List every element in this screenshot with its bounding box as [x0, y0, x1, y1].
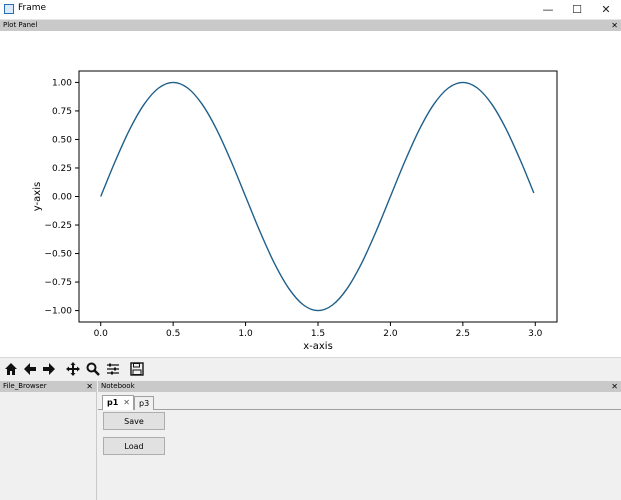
notebook-close-icon[interactable]: ✕: [611, 381, 618, 392]
file-browser-title: File_Browser: [3, 382, 47, 390]
x-axis-label: x-axis: [303, 341, 333, 352]
plot-panel-title: Plot Panel: [3, 21, 38, 29]
x-tick-label: 1.0: [238, 329, 253, 339]
plot-panel-caption: Plot Panel ✕: [0, 20, 621, 31]
line-chart: 0.0 0.5 1.0 1.5 2.0 2.5 3.0 1.00 0.75 0.50 0.25 0.0…: [32, 70, 558, 352]
x-tick-label: 1.5: [311, 329, 325, 339]
zoom-icon[interactable]: [85, 361, 101, 377]
y-tick-label: 1.00: [52, 78, 72, 88]
notebook-page-p1: Save Load: [99, 410, 620, 500]
minimize-button[interactable]: —: [533, 0, 563, 19]
save-figure-icon[interactable]: [129, 361, 145, 377]
home-icon[interactable]: [3, 361, 19, 377]
navigation-toolbar: [0, 357, 621, 380]
file-browser-caption: File_Browser ✕: [0, 381, 96, 392]
forward-arrow-icon[interactable]: [41, 361, 57, 377]
y-tick-label: 0.25: [52, 164, 72, 174]
notebook-pane: Notebook ✕ p1 ✕ p3 Save Load: [98, 381, 621, 500]
x-tick-label: 0.0: [94, 329, 109, 339]
close-window-button[interactable]: ✕: [591, 0, 621, 19]
configure-subplots-icon[interactable]: [105, 361, 121, 377]
series-line: [100, 81, 535, 312]
save-button[interactable]: Save: [103, 412, 165, 430]
y-tick-label: 0.50: [52, 135, 72, 145]
maximize-button[interactable]: ☐: [562, 0, 592, 19]
y-tick-label: −0.25: [44, 221, 72, 231]
app-icon: [4, 4, 14, 14]
plot-panel-close-icon[interactable]: ✕: [611, 20, 618, 31]
file-browser-pane: File_Browser ✕: [0, 381, 97, 500]
y-axis-label: y-axis: [32, 182, 43, 211]
x-tick-label: 0.5: [166, 329, 180, 339]
back-arrow-icon[interactable]: [22, 361, 38, 377]
tab-p1-label: p1: [107, 398, 119, 407]
pan-icon[interactable]: [65, 361, 81, 377]
axes-frame: [78, 70, 558, 323]
file-browser-close-icon[interactable]: ✕: [86, 381, 93, 392]
tab-p3-label: p3: [139, 399, 150, 408]
notebook-caption: Notebook ✕: [98, 381, 621, 392]
notebook-title: Notebook: [101, 382, 135, 390]
y-tick-label: −1.00: [44, 307, 72, 317]
y-tick-label: −0.75: [44, 278, 72, 288]
y-tick-label: 0.75: [52, 107, 72, 117]
x-tick-label: 2.0: [383, 329, 398, 339]
notebook-tabstrip: p1 ✕ p3: [98, 392, 621, 410]
x-tick-label: 3.0: [528, 329, 543, 339]
window-titlebar: Frame — ☐ ✕: [0, 0, 621, 20]
plot-area: 0.0 0.5 1.0 1.5 2.0 2.5 3.0 1.00 0.75 0.50 0.25 0.0…: [0, 31, 621, 357]
tab-p1[interactable]: p1 ✕: [102, 395, 134, 410]
y-tick-label: 0.00: [52, 193, 72, 203]
tab-p1-close-icon[interactable]: ✕: [123, 396, 130, 409]
window-title: Frame: [18, 3, 47, 13]
tab-p3[interactable]: p3: [134, 396, 154, 410]
x-tick-label: 2.5: [456, 329, 470, 339]
load-button[interactable]: Load: [103, 437, 165, 455]
y-tick-label: −0.50: [44, 250, 72, 260]
